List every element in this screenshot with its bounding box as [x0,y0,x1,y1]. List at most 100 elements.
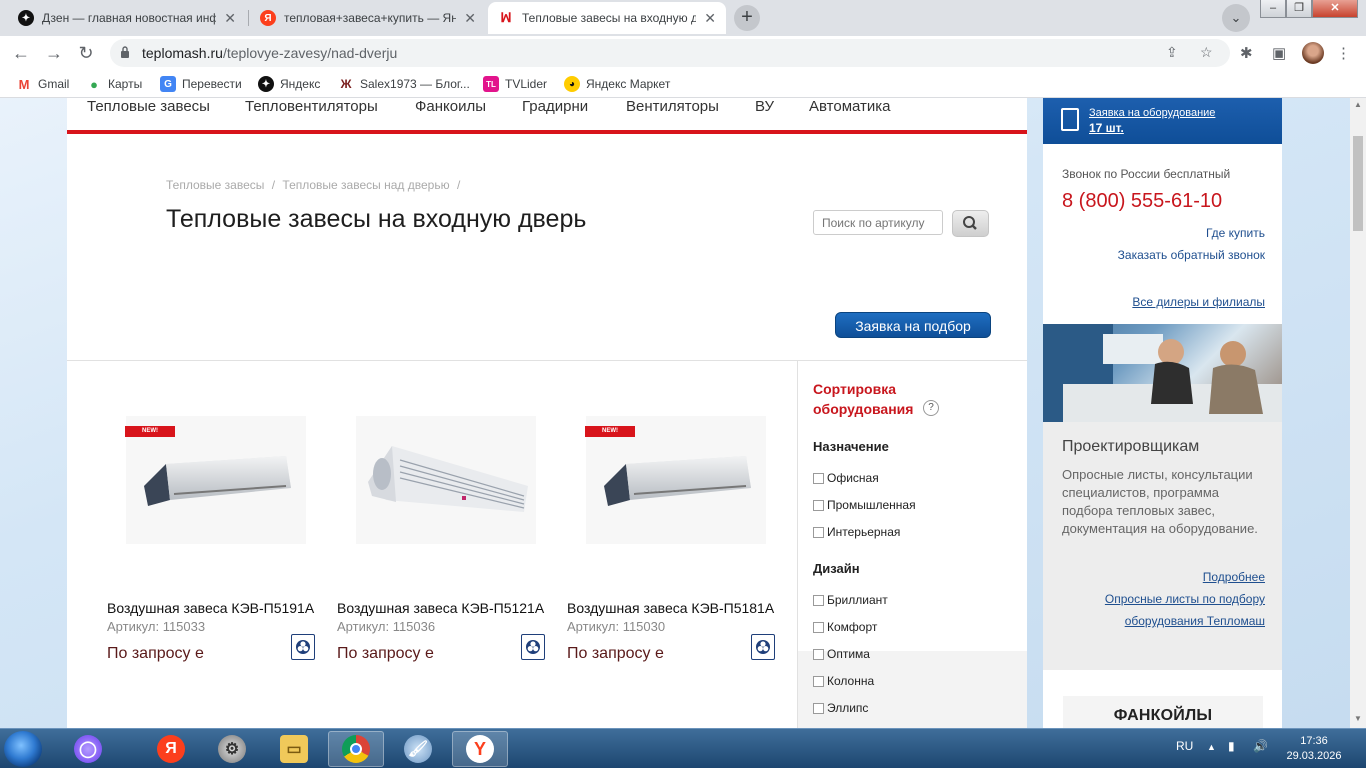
model-3d-button[interactable] [291,634,315,660]
checkbox[interactable] [813,499,824,511]
help-icon[interactable]: ? [923,400,939,416]
bookmark-maps[interactable]: ● Карты [86,76,142,92]
taskbar-paint[interactable]: 🖌 [390,731,446,767]
filter-group-purpose: Назначение [813,439,889,454]
nav-heat-curtains[interactable]: Тепловые завесы [87,98,210,115]
tab-dzen[interactable]: ✦ Дзен — главная новостная инф ✕ [8,2,246,34]
checkbox[interactable] [813,472,824,484]
filter-option-optima[interactable]: Оптима [813,647,870,661]
product-image[interactable] [356,416,536,544]
scroll-down-arrow[interactable]: ▼ [1354,714,1362,723]
nav-ventilators[interactable]: Вентиляторы [626,98,719,115]
product-name[interactable]: Воздушная завеса КЭВ-П5181А [567,600,774,616]
menu-kebab-icon[interactable]: ⋮ [1336,44,1351,62]
checkbox[interactable] [813,675,824,687]
dealers-link[interactable]: Все дилеры и филиалы [1132,295,1265,309]
language-indicator[interactable]: RU [1176,739,1193,753]
request-count[interactable]: 17 шт. [1089,121,1124,135]
bookmark-gmail[interactable]: M Gmail [16,76,69,92]
where-to-buy-link[interactable]: Где купить [1206,226,1265,240]
request-selection-button[interactable]: Заявка на подбор [835,312,991,338]
checkbox[interactable] [813,621,824,633]
fan-icon [526,640,540,654]
volume-icon[interactable]: 🔊 [1253,739,1268,753]
checkbox[interactable] [813,594,824,606]
nav-vu[interactable]: ВУ [755,98,774,115]
start-button[interactable] [4,731,42,767]
designers-photo [1043,324,1282,422]
phone-number[interactable]: 8 (800) 555-61-10 [1062,190,1222,213]
taskbar-explorer[interactable]: ▭ [266,731,322,767]
filter-option-comfort[interactable]: Комфорт [813,620,877,634]
product-card[interactable]: NEW! Воздушная завеса КЭВ-П5191А Артикул… [107,408,317,668]
bookmark-tvlider[interactable]: TL TVLider [483,76,547,92]
checkbox[interactable] [813,648,824,660]
breadcrumb-link-over-door[interactable]: Тепловые завесы над дверью [282,178,449,192]
taskbar-settings[interactable]: ⚙ [204,731,260,767]
model-3d-button[interactable] [751,634,775,660]
nav-heat-fans[interactable]: Тепловентиляторы [245,98,378,115]
profile-avatar[interactable] [1302,42,1324,64]
article-search-input[interactable] [813,210,943,235]
tab-yandex-search[interactable]: Я тепловая+завеса+купить — Янд ✕ [250,2,486,34]
tab-search-button[interactable]: ⌄ [1222,4,1250,32]
callback-link[interactable]: Заказать обратный звонок [1118,248,1265,262]
more-link[interactable]: Подробнее [1203,570,1265,584]
device-icon[interactable]: ▮ [1228,739,1235,753]
breadcrumb-link-curtains[interactable]: Тепловые завесы [166,178,264,192]
back-button[interactable]: ← [9,41,33,65]
survey-link-line2[interactable]: оборудования Тепломаш [1125,614,1265,628]
product-card[interactable]: NEW! Воздушная завеса КЭВ-П5181А Артикул… [567,408,777,668]
filter-option-interior[interactable]: Интерьерная [813,525,900,539]
request-label[interactable]: Заявка на оборудование [1089,107,1215,119]
maximize-button[interactable]: ❐ [1286,0,1312,18]
star-icon[interactable]: ☆ [1200,44,1213,61]
fancoils-banner[interactable]: ФАНКОЙЛЫ КАНАЛЬНЫЕ [1063,696,1263,728]
side-panel-icon[interactable]: ▣ [1272,44,1286,62]
filter-option-column[interactable]: Колонна [813,674,874,688]
minimize-button[interactable]: – [1260,0,1286,18]
nav-cooling-towers[interactable]: Градирни [522,98,588,115]
page-scrollbar[interactable]: ▲ ▼ [1350,98,1366,728]
search-button[interactable] [952,210,989,237]
filter-option-ellipse[interactable]: Эллипс [813,701,868,715]
scroll-up-arrow[interactable]: ▲ [1354,100,1362,109]
taskbar-yandex-browser[interactable]: Y [452,731,508,767]
nav-fancoils[interactable]: Фанкоилы [415,98,486,115]
system-clock[interactable]: 17:36 29.03.2026 [1284,734,1344,764]
model-3d-button[interactable] [521,634,545,660]
bookmark-yandex-market[interactable]: ◕ Яндекс Маркет [564,76,670,92]
close-tab-icon[interactable]: ✕ [704,10,716,27]
share-icon[interactable]: ⇪ [1166,44,1178,61]
bookmark-salex[interactable]: Ж Salex1973 — Блог... [338,76,470,92]
bookmark-translate[interactable]: G Перевести [160,76,242,92]
close-tab-icon[interactable]: ✕ [224,10,236,27]
survey-link-line1[interactable]: Опросные листы по подбору [1105,592,1265,606]
nav-automation[interactable]: Автоматика [809,98,891,115]
extensions-icon[interactable]: ✱ [1240,44,1253,62]
taskbar-chrome[interactable] [328,731,384,767]
filter-option-brilliant[interactable]: Бриллиант [813,593,888,607]
bookmark-yandex[interactable]: ✦ Яндекс [258,76,320,92]
omnibox[interactable]: teplomash.ru/teplovye-zavesy/nad-dverju … [110,39,1230,67]
product-card[interactable]: Воздушная завеса КЭВ-П5121А Артикул: 115… [337,408,547,668]
equipment-request-banner[interactable]: Заявка на оборудование 17 шт. [1043,98,1282,144]
taskbar-alice[interactable]: ◯ [60,731,116,767]
forward-button[interactable]: → [42,41,66,65]
taskbar-yandex[interactable]: Я [143,731,199,767]
gear-icon: ⚙ [218,735,246,763]
tray-expand-icon[interactable]: ▲ [1207,742,1216,752]
filter-option-industrial[interactable]: Промышленная [813,498,916,512]
product-name[interactable]: Воздушная завеса КЭВ-П5121А [337,600,544,616]
product-name[interactable]: Воздушная завеса КЭВ-П5191А [107,600,314,616]
new-tab-button[interactable]: + [734,5,760,31]
filter-option-office[interactable]: Офисная [813,471,879,485]
search-icon [963,216,977,230]
reload-button[interactable]: ↻ [74,41,98,65]
close-tab-icon[interactable]: ✕ [464,10,476,27]
checkbox[interactable] [813,702,824,714]
checkbox[interactable] [813,526,824,538]
tab-teplomash[interactable]: ꟽ Тепловые завесы на входную д ✕ [488,2,726,34]
close-window-button[interactable]: ✕ [1312,0,1358,18]
scrollbar-thumb[interactable] [1353,136,1363,231]
